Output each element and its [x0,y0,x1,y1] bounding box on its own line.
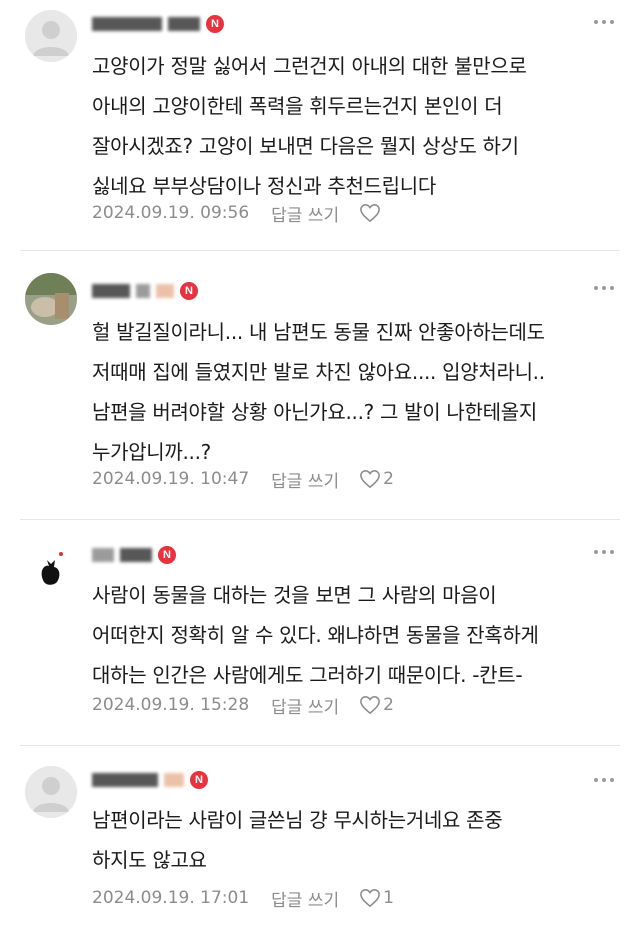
reply-button[interactable]: 답글 쓰기 [271,693,339,718]
reply-button[interactable]: 답글 쓰기 [271,467,339,492]
new-badge: N [206,15,224,33]
reply-button[interactable]: 답글 쓰기 [271,201,339,226]
comment-meta: 2024.09.19. 15:28 답글 쓰기 2 [92,690,394,720]
more-vertical-dots-icon[interactable] [594,776,618,784]
comment-meta: 2024.09.19. 17:01 답글 쓰기 1 [92,883,394,913]
like-button[interactable]: 1 [359,888,394,908]
default-avatar-icon[interactable] [25,10,77,62]
more-vertical-dots-icon[interactable] [594,18,618,26]
nickname-blurred[interactable]: N [92,14,224,34]
comment-text: 헐 발길질이라니... 내 남편도 동물 진짜 안좋아하는데도 저때매 집에 들… [92,320,545,464]
default-avatar-icon[interactable] [25,766,77,818]
comment-date: 2024.09.19. 15:28 [92,695,250,715]
user-avatar-icon[interactable] [25,273,77,325]
heart-outline-icon [360,696,380,715]
reply-button[interactable]: 답글 쓰기 [271,886,339,911]
comment-item: N 고양이가 정말 싫어서 그런건지 아내의 대한 불만으로 아내의 고양이한테… [0,0,640,250]
comment-meta: 2024.09.19. 09:56 답글 쓰기 [92,198,383,228]
heart-outline-icon [360,889,380,908]
new-badge: N [180,282,198,300]
heart-outline-icon [360,470,380,489]
nickname-blurred[interactable]: N [92,545,176,565]
comment-date: 2024.09.19. 09:56 [92,203,250,223]
comment-date: 2024.09.19. 10:47 [92,469,250,489]
like-count: 2 [383,695,394,715]
comment-item: N 사람이 동물을 대하는 것을 보면 그 사람의 마음이 어떠한지 정확히 알… [0,520,640,746]
new-badge: N [190,771,208,789]
comment-date: 2024.09.19. 17:01 [92,888,250,908]
heart-outline-icon [360,204,380,223]
comment-item: N 남편이라는 사람이 글쓴님 걍 무시하는거네요 존중 하지도 않고요 202… [0,746,640,935]
like-button[interactable]: 2 [359,469,394,489]
user-avatar-icon[interactable] [25,540,77,592]
comment-meta: 2024.09.19. 10:47 답글 쓰기 2 [92,464,394,494]
comment-text: 고양이가 정말 싫어서 그런건지 아내의 대한 불만으로 아내의 고양이한테 폭… [92,54,527,198]
comment-item: N 헐 발길질이라니... 내 남편도 동물 진짜 안좋아하는데도 저때매 집에… [0,251,640,519]
like-button[interactable]: 2 [359,695,394,715]
nickname-blurred[interactable]: N [92,770,208,790]
nickname-blurred[interactable]: N [92,281,198,301]
new-badge: N [158,546,176,564]
like-count: 2 [383,469,394,489]
like-button[interactable] [359,203,383,223]
more-vertical-dots-icon[interactable] [594,284,618,292]
comment-text: 남편이라는 사람이 글쓴님 걍 무시하는거네요 존중 하지도 않고요 [92,808,503,872]
comment-text: 사람이 동물을 대하는 것을 보면 그 사람의 마음이 어떠한지 정확히 알 수… [92,583,539,687]
more-vertical-dots-icon[interactable] [594,548,618,556]
like-count: 1 [383,888,394,908]
